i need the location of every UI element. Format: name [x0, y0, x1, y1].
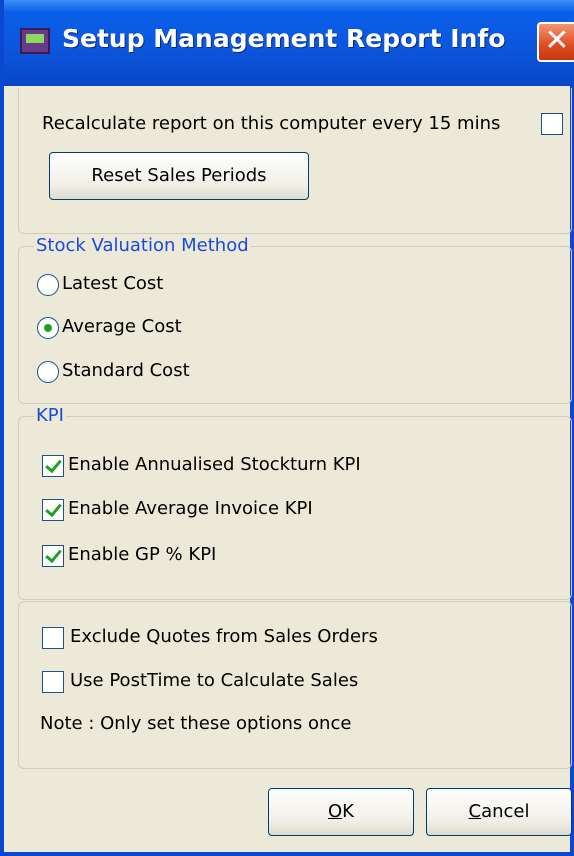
cancel-mnemonic: C — [468, 801, 482, 822]
close-button[interactable]: ✕ — [537, 22, 574, 62]
checkbox-average-invoice[interactable] — [42, 499, 64, 521]
stock-valuation-legend: Stock Valuation Method — [34, 234, 251, 258]
cancel-button[interactable]: Cancel — [426, 788, 572, 836]
ok-label-rest: K — [342, 801, 354, 822]
radio-standard-cost[interactable] — [37, 361, 59, 383]
checkbox-annualised-stockturn[interactable] — [42, 455, 64, 477]
label-gp-percent[interactable]: Enable GP % KPI — [68, 543, 216, 567]
dialog-window: Setup Management Report Info ✕ Recalcula… — [0, 0, 574, 856]
checkbox-use-posttime[interactable] — [42, 671, 64, 693]
recalc-label: Recalculate report on this computer ever… — [42, 113, 501, 134]
checkbox-exclude-quotes[interactable] — [42, 627, 64, 649]
label-use-posttime[interactable]: Use PostTime to Calculate Sales — [70, 669, 358, 693]
note-text: Note : Only set these options once — [40, 713, 352, 734]
label-average-invoice[interactable]: Enable Average Invoice KPI — [68, 497, 313, 521]
radio-label-standard-cost[interactable]: Standard Cost — [62, 359, 190, 383]
title-bar[interactable]: Setup Management Report Info ✕ — [4, 0, 574, 86]
kpi-legend: KPI — [34, 404, 66, 428]
radio-label-average-cost[interactable]: Average Cost — [62, 315, 182, 339]
radio-latest-cost[interactable] — [37, 274, 59, 296]
radio-label-latest-cost[interactable]: Latest Cost — [62, 272, 163, 296]
recalc-checkbox[interactable] — [541, 113, 563, 135]
cancel-label-rest: ancel — [481, 801, 530, 822]
label-exclude-quotes[interactable]: Exclude Quotes from Sales Orders — [70, 625, 378, 649]
app-icon — [20, 28, 50, 54]
checkbox-gp-percent[interactable] — [42, 545, 64, 567]
ok-mnemonic: O — [328, 801, 343, 822]
window-title: Setup Management Report Info — [62, 24, 506, 53]
reset-sales-periods-button[interactable]: Reset Sales Periods — [49, 152, 309, 200]
radio-average-cost[interactable] — [37, 317, 59, 339]
label-annualised-stockturn[interactable]: Enable Annualised Stockturn KPI — [68, 453, 361, 477]
ok-button[interactable]: OK — [268, 788, 414, 836]
